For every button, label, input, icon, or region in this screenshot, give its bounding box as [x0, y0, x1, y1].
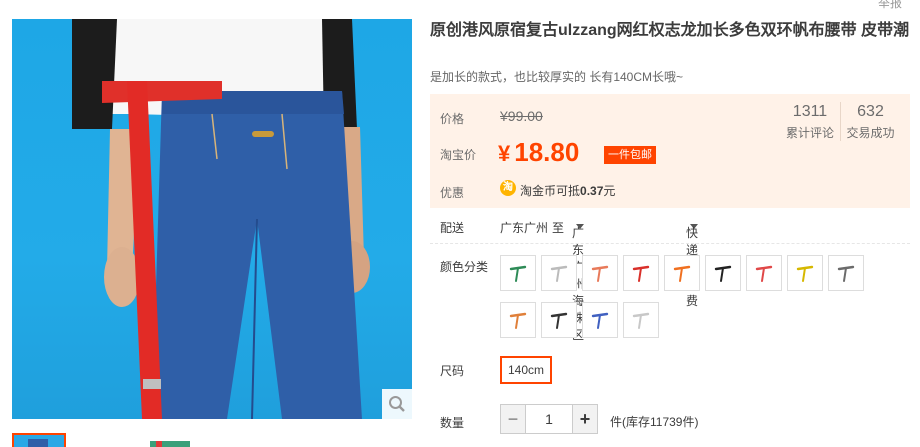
discount-label: 优惠: [440, 186, 465, 200]
belt-swatch-icon: [632, 265, 650, 282]
belt-swatch-icon: [837, 265, 855, 282]
belt-swatch-icon: [509, 312, 527, 329]
color-swatch[interactable]: [582, 302, 618, 338]
shipping-label: 配送: [440, 221, 465, 235]
promo-price: ¥18.80: [498, 137, 580, 167]
product-subtitle: 是加长的款式，也比较厚实的 长有140CM长哦~: [430, 70, 684, 84]
coin-discount-text: 淘金币可抵0.37元: [520, 184, 616, 198]
transaction-count: 632 交易成功: [840, 102, 900, 141]
taobao-coin-icon: 淘: [500, 180, 516, 196]
review-count[interactable]: 1311 累计评论: [780, 102, 840, 141]
product-detail-panel: 举报 原创港风原宿复古ulzzang网红权志龙加长多色双环帆布腰带 皮带潮 是加…: [430, 0, 912, 447]
belt-swatch-icon: [632, 312, 650, 329]
zoom-button[interactable]: [382, 389, 412, 419]
thumbnail[interactable]: [144, 433, 198, 447]
belt-swatch-icon: [550, 265, 568, 282]
size-label: 尺码: [440, 364, 465, 378]
color-swatch[interactable]: [623, 302, 659, 338]
belt-swatch-icon: [673, 265, 691, 282]
sales-stats: 1311 累计评论 632 交易成功: [780, 102, 900, 141]
divider: [430, 243, 910, 244]
report-link[interactable]: 举报: [878, 0, 902, 11]
belt-swatch-icon: [755, 265, 773, 282]
color-label: 颜色分类: [440, 260, 489, 274]
quantity-stepper: − +: [500, 404, 598, 434]
promo-price-label: 淘宝价: [440, 148, 477, 162]
ship-from: 广东广州: [500, 221, 549, 235]
minus-icon[interactable]: −: [500, 404, 526, 434]
belt-swatch-icon: [509, 265, 527, 282]
color-swatch[interactable]: [787, 255, 823, 291]
product-main-image[interactable]: [12, 19, 412, 419]
color-swatch[interactable]: [582, 255, 618, 291]
ship-to-select[interactable]: 广东广州海珠区: [572, 219, 584, 342]
belt-swatch-icon: [591, 265, 609, 282]
size-option-140cm[interactable]: 140cm: [500, 356, 553, 384]
quantity-input[interactable]: [526, 404, 572, 434]
original-price-label: 价格: [440, 112, 465, 126]
belt-swatch-icon: [714, 265, 732, 282]
product-title: 原创港风原宿复古ulzzang网红权志龙加长多色双环帆布腰带 皮带潮: [430, 22, 910, 39]
color-swatch[interactable]: [541, 302, 577, 338]
magnifier-icon: [389, 396, 405, 412]
color-swatch[interactable]: [623, 255, 659, 291]
belt-swatch-icon: [550, 312, 568, 329]
color-swatch[interactable]: [664, 255, 700, 291]
product-photo: [72, 19, 370, 419]
quantity-label: 数量: [440, 416, 465, 430]
shipping-row: 配送 广东广州 至 广东广州海珠区 快递 免运费: [430, 214, 910, 342]
thumbnail[interactable]: [12, 433, 66, 447]
plus-icon[interactable]: +: [572, 404, 598, 434]
free-shipping-badge: 一件包邮: [604, 146, 656, 164]
color-swatch[interactable]: [828, 255, 864, 291]
color-swatch[interactable]: [705, 255, 741, 291]
color-swatch[interactable]: [541, 255, 577, 291]
color-swatch[interactable]: [500, 302, 536, 338]
original-price: ¥99.00: [500, 108, 543, 124]
price-box: 价格 ¥99.00 淘宝价 ¥18.80 一件包邮 优惠 淘 淘金币可抵0.37…: [430, 94, 910, 208]
ship-to-word: 至: [552, 221, 565, 235]
color-swatch[interactable]: [500, 255, 536, 291]
ship-method-select[interactable]: 快递 免运费: [686, 219, 698, 308]
belt-swatch-icon: [796, 265, 814, 282]
thumbnail-strip: [12, 433, 412, 447]
color-swatch[interactable]: [746, 255, 782, 291]
stock-text: 件(库存11739件): [610, 415, 699, 429]
belt-swatch-icon: [591, 312, 609, 329]
